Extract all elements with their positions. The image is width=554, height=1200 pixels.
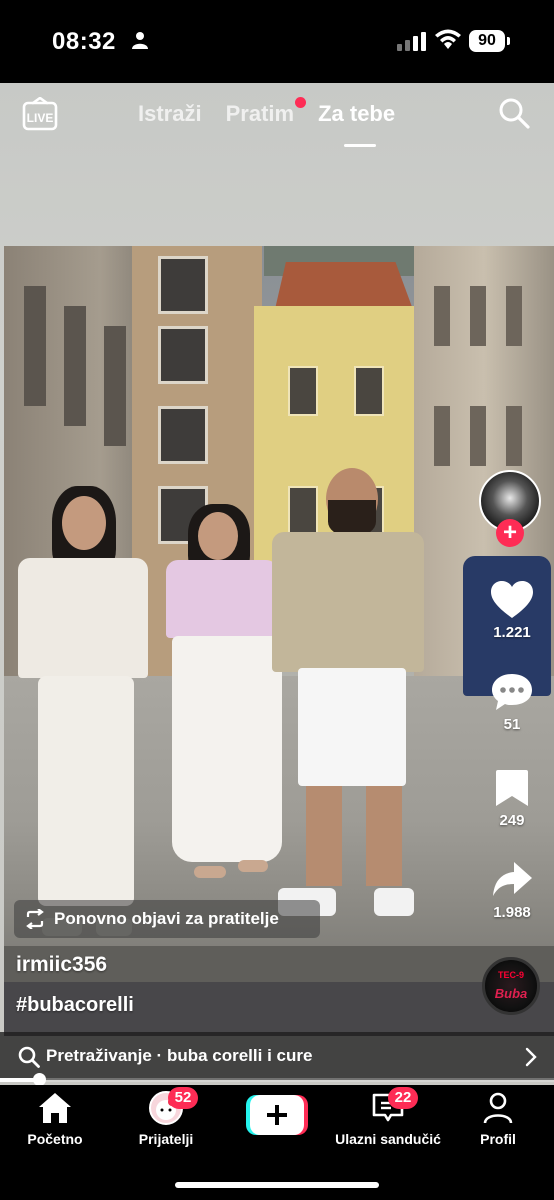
like-count: 1.221 <box>493 624 531 641</box>
like-button[interactable]: 1.221 <box>480 580 544 641</box>
live-icon[interactable]: LIVE <box>22 97 58 131</box>
home-indicator <box>175 1182 379 1188</box>
music-disc-sublabel: Buba <box>494 986 528 1001</box>
music-disc[interactable]: TEC-9 Buba <box>482 957 540 1015</box>
person-icon <box>132 32 148 49</box>
nav-profile[interactable]: Profil <box>470 1091 526 1147</box>
save-button[interactable]: 249 <box>480 768 544 829</box>
tab-za-tebe[interactable]: Za tebe <box>318 101 395 147</box>
status-time: 08:32 <box>52 28 116 55</box>
nav-home[interactable]: Početno <box>22 1091 88 1147</box>
search-icon <box>18 1046 40 1068</box>
tab-pratim[interactable]: Pratim <box>225 97 307 131</box>
wifi-icon <box>435 29 461 49</box>
save-count: 249 <box>499 812 525 829</box>
repost-icon <box>26 909 44 929</box>
share-button[interactable]: 1.988 <box>480 860 544 921</box>
top-nav: LIVE Istraži Pratim Za tebe <box>0 83 554 147</box>
tab-pratim-label: Pratim <box>225 101 295 126</box>
person-man <box>266 460 456 960</box>
share-count: 1.988 <box>493 904 531 921</box>
share-arrow-icon <box>493 862 532 896</box>
repost-label: Ponovno objavi za pratitelje <box>54 909 279 928</box>
video-progress-bar[interactable] <box>0 1073 554 1086</box>
person-woman-left <box>12 486 152 946</box>
svg-text:LIVE: LIVE <box>27 111 54 125</box>
nav-profile-label: Profil <box>480 1131 516 1147</box>
search-icon[interactable] <box>498 97 530 129</box>
nav-home-label: Početno <box>27 1131 83 1147</box>
friends-badge: 52 <box>168 1087 198 1109</box>
follow-plus-button[interactable]: + <box>496 519 524 547</box>
search-suggestion-text: Pretraživanje · buba corelli i cure <box>46 1046 313 1065</box>
comment-count: 51 <box>503 716 521 733</box>
inbox-badge: 22 <box>388 1087 418 1109</box>
nav-inbox-label: Ulazni sandučić <box>335 1131 441 1147</box>
comment-button[interactable]: 51 <box>480 672 544 733</box>
comment-icon <box>492 674 532 710</box>
chevron-right-icon <box>525 1047 537 1067</box>
creator-username[interactable]: irmiic356 <box>16 953 107 977</box>
repost-button[interactable]: Ponovno objavi za pratitelje <box>14 900 320 938</box>
feed-tabs: Istraži Pratim Za tebe <box>138 97 395 147</box>
tab-istrazi[interactable]: Istraži <box>138 101 202 131</box>
music-disc-label: TEC-9 <box>497 970 524 980</box>
cellular-signal-icon <box>397 32 426 51</box>
heart-icon <box>491 581 533 618</box>
profile-icon <box>483 1092 513 1124</box>
create-plus-icon[interactable] <box>246 1095 308 1135</box>
person-background-right <box>459 536 554 776</box>
bookmark-icon <box>496 770 528 806</box>
home-icon <box>39 1093 71 1123</box>
nav-friends-label: Prijatelji <box>138 1131 194 1147</box>
battery-indicator: 90 <box>469 30 510 52</box>
notification-dot <box>295 97 307 108</box>
caption-hashtag[interactable]: #bubacorelli <box>16 994 134 1017</box>
search-suggestion-bar[interactable]: Pretraživanje · buba corelli i cure <box>0 1032 554 1080</box>
status-bar: 08:32 90 <box>0 0 554 83</box>
